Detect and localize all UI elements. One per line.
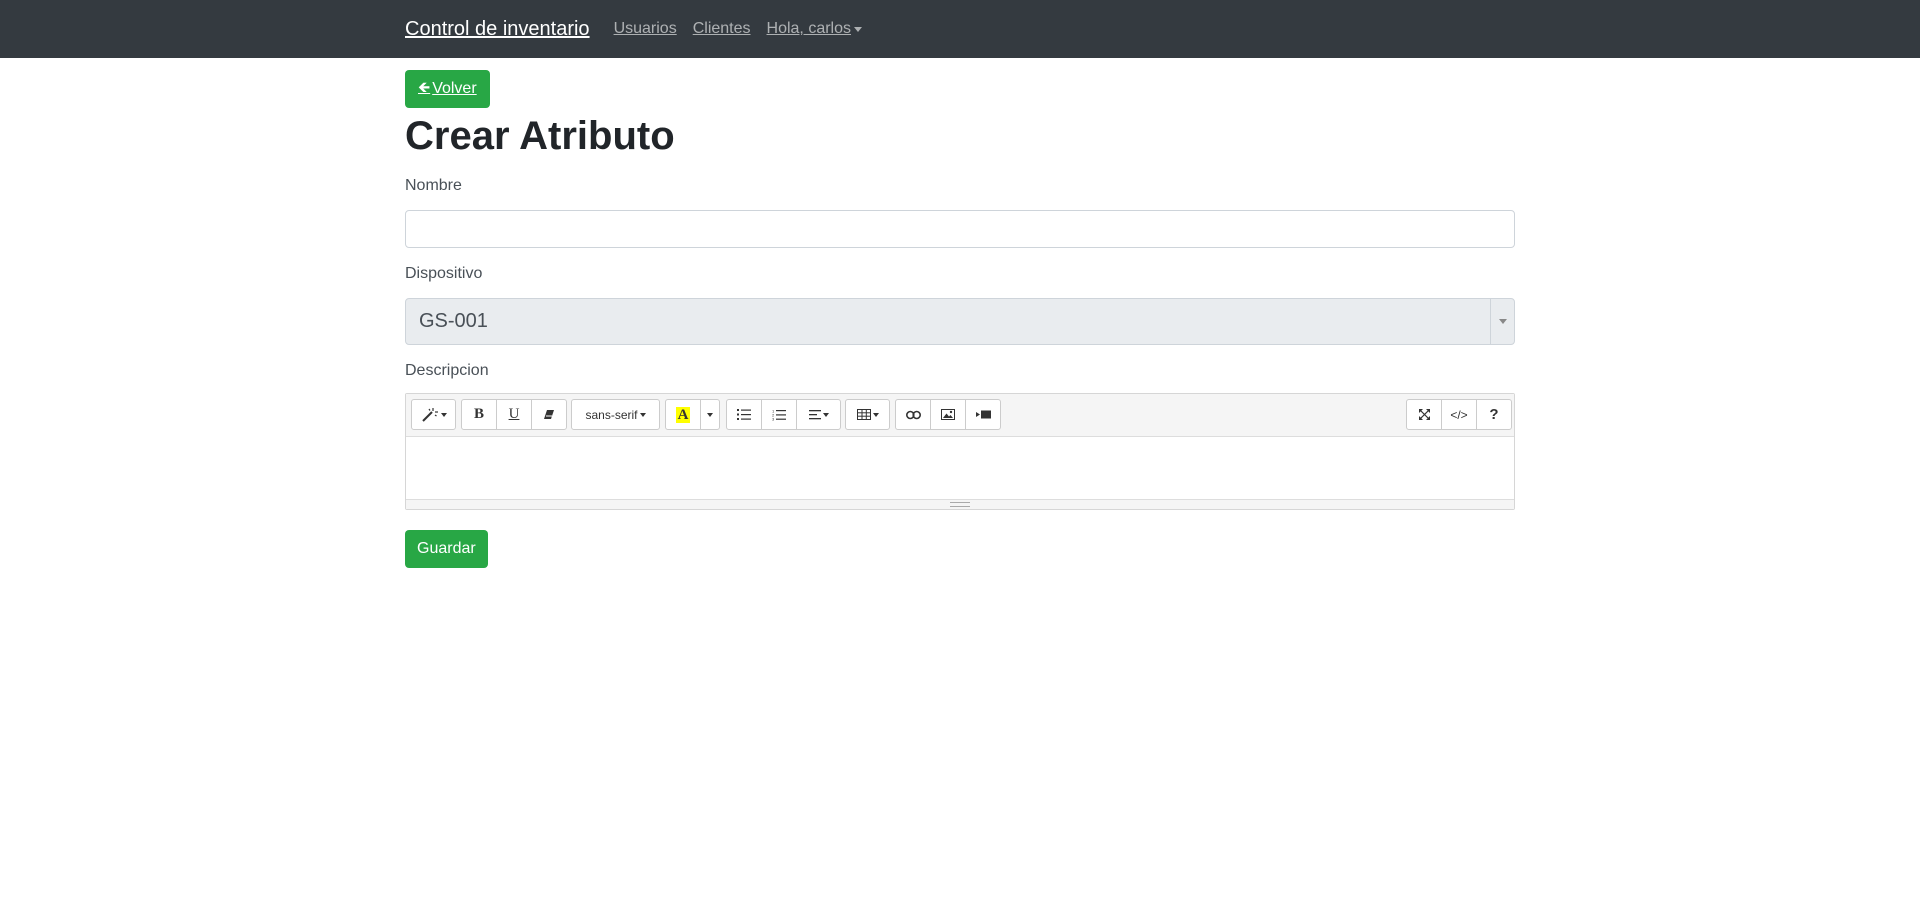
editor-resize-bar[interactable] [406, 499, 1514, 509]
font-name-dropdown[interactable]: sans-serif [571, 399, 660, 430]
eraser-icon [544, 410, 554, 419]
editor-toolbar: B U sans-serif A 1 2 3 </> ? [406, 394, 1514, 437]
numbered-list-icon: 1 2 3 [772, 409, 786, 421]
style-dropdown-button[interactable] [411, 399, 456, 430]
code-view-button[interactable]: </> [1441, 399, 1477, 430]
video-icon [975, 410, 991, 419]
bullet-list-icon [737, 409, 751, 420]
nav-link-usuarios[interactable]: Usuarios [614, 20, 677, 38]
paragraph-align-dropdown[interactable] [796, 399, 841, 430]
dispositivo-label: Dispositivo [405, 265, 483, 282]
rich-text-editor: B U sans-serif A 1 2 3 </> ? [405, 393, 1515, 510]
resize-grip-icon [950, 502, 970, 507]
table-icon [856, 409, 871, 420]
magic-wand-icon [421, 407, 438, 422]
descripcion-label: Descripcion [405, 362, 489, 379]
insert-group [895, 399, 1001, 430]
video-button[interactable] [965, 399, 1001, 430]
highlight-color-icon: A [675, 406, 691, 423]
back-button-label: Volver [432, 80, 477, 97]
fullscreen-button[interactable] [1406, 399, 1442, 430]
chevron-down-icon [1499, 319, 1507, 324]
align-left-icon [808, 409, 821, 419]
color-dropdown-button[interactable] [700, 399, 720, 430]
editor-content-area[interactable] [406, 437, 1514, 499]
expand-icon [1418, 409, 1430, 420]
color-group: A [665, 399, 720, 430]
nombre-label: Nombre [405, 177, 462, 194]
clear-format-button[interactable] [531, 399, 567, 430]
chevron-down-icon [854, 26, 862, 32]
paragraph-group: 1 2 3 [726, 399, 841, 430]
user-menu-label: Hola, carlos [766, 20, 851, 37]
image-icon [941, 409, 955, 420]
link-icon [905, 410, 921, 419]
arrow-left-icon: 🡸 [418, 78, 431, 96]
font-name-label: sans-serif [585, 407, 638, 422]
highlight-color-button[interactable]: A [665, 399, 701, 430]
bold-button[interactable]: B [461, 399, 497, 430]
table-group [845, 399, 890, 430]
unordered-list-button[interactable] [726, 399, 762, 430]
back-button[interactable]: 🡸 Volver [405, 70, 490, 108]
svg-text:3: 3 [772, 416, 775, 421]
dispositivo-selected-value: GS-001 [419, 310, 488, 332]
table-dropdown-button[interactable] [845, 399, 890, 430]
view-group: </> ? [1406, 399, 1512, 430]
dispositivo-select[interactable]: GS-001 [405, 298, 1515, 345]
underline-button[interactable]: U [496, 399, 532, 430]
user-menu-dropdown[interactable]: Hola, carlos [767, 20, 862, 38]
nombre-input[interactable] [405, 210, 1515, 248]
picture-button[interactable] [930, 399, 966, 430]
main-content: 🡸 Volver Crear Atributo Nombre Dispositi… [405, 70, 1515, 568]
ordered-list-button[interactable]: 1 2 3 [761, 399, 797, 430]
page-title: Crear Atributo [405, 114, 675, 158]
save-button[interactable]: Guardar [405, 530, 488, 568]
select-arrow[interactable] [1490, 299, 1514, 344]
link-button[interactable] [895, 399, 931, 430]
font-style-group: B U [461, 399, 567, 430]
font-name-group: sans-serif [571, 399, 660, 430]
top-navbar: Control de inventario Usuarios Clientes … [0, 0, 1920, 58]
brand-link[interactable]: Control de inventario [405, 18, 590, 41]
nav-link-clientes[interactable]: Clientes [693, 20, 751, 38]
help-button[interactable]: ? [1476, 399, 1512, 430]
style-group [411, 399, 456, 430]
